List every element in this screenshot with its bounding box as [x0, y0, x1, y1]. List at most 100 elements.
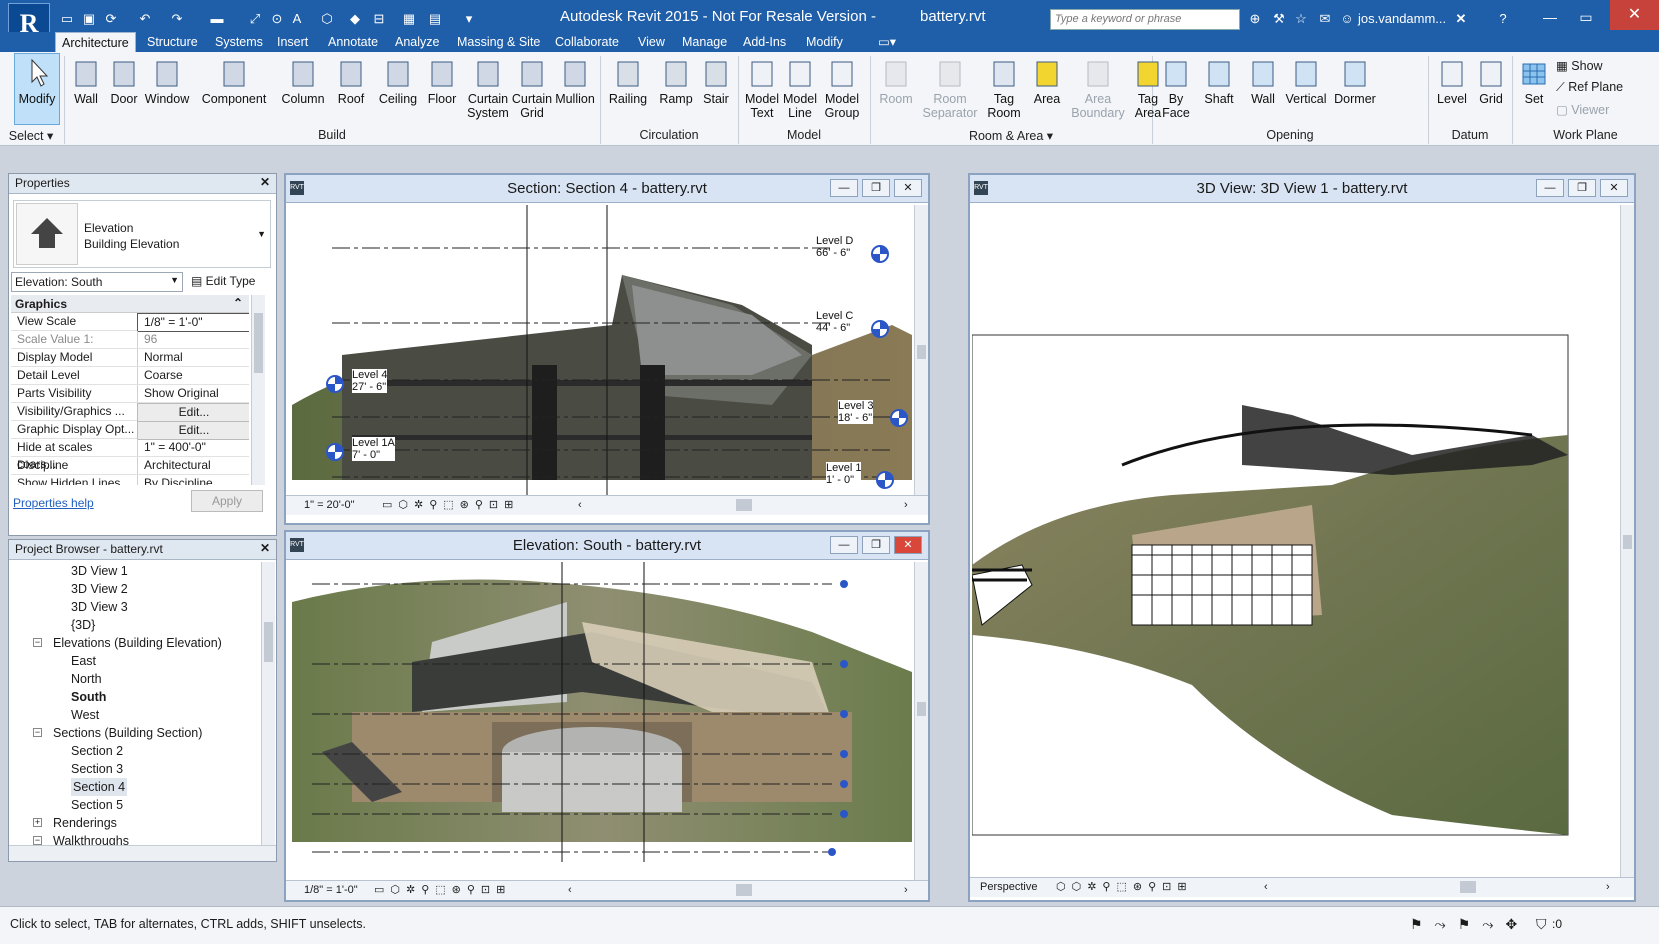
- section-view-window[interactable]: RVT Section: Section 4 - battery.rvt — ❐…: [284, 173, 930, 525]
- view-control-icons[interactable]: ▭⬡✲⚲⬚⊛⚲⊡⊞: [382, 496, 519, 515]
- measure-icon[interactable]: ▬: [208, 10, 226, 28]
- property-row[interactable]: Scale Value 1: 96: [11, 331, 249, 349]
- open-icon[interactable]: ▭: [58, 10, 76, 28]
- graphics-section-header[interactable]: Graphics ⌃: [11, 295, 249, 313]
- tag-icon[interactable]: ⊙: [268, 10, 286, 28]
- level-head-marker-icon[interactable]: [326, 443, 344, 461]
- level-c-label[interactable]: Level C 44' - 6": [816, 310, 853, 334]
- ribbon-options-icon[interactable]: ▭▾: [872, 32, 902, 52]
- ramp-button[interactable]: Ramp: [654, 56, 698, 122]
- scroll-left-icon[interactable]: ‹: [1264, 878, 1268, 897]
- tab-view[interactable]: View: [632, 32, 671, 52]
- property-row[interactable]: View Scale 1/8" = 1'-0": [11, 313, 249, 332]
- selection-options-icons[interactable]: ⚑⤳⚑⤳✥: [1410, 916, 1529, 933]
- component-button[interactable]: Component: [198, 56, 270, 122]
- model-group-button[interactable]: Model Group: [820, 56, 864, 122]
- section-icon[interactable]: ◆: [346, 10, 364, 28]
- level-head-marker-icon[interactable]: [876, 471, 894, 489]
- area-button[interactable]: Area: [1026, 56, 1068, 122]
- roof-button[interactable]: Roof: [332, 56, 370, 122]
- property-value[interactable]: 1" = 400'-0": [137, 439, 249, 456]
- scrollbar-thumb[interactable]: [254, 313, 263, 373]
- level-4-label[interactable]: Level 4 27' - 6": [352, 369, 388, 393]
- collapse-icon[interactable]: −: [33, 728, 42, 737]
- undo-icon[interactable]: ↶: [136, 10, 154, 28]
- curtain-grid-button[interactable]: Curtain Grid: [510, 56, 554, 122]
- properties-help-link[interactable]: Properties help: [13, 496, 94, 510]
- minimize-view-button[interactable]: —: [1536, 179, 1564, 197]
- user-name[interactable]: jos.vandamm...: [1358, 11, 1446, 26]
- level-1-label[interactable]: Level 1 1' - 0": [826, 462, 862, 486]
- level-head-marker-icon[interactable]: [871, 245, 889, 263]
- set-work-plane-button[interactable]: Set: [1516, 56, 1552, 122]
- close-view-button[interactable]: ✕: [894, 179, 922, 197]
- browser-item-elevations-building-elevation[interactable]: − Elevations (Building Elevation): [9, 634, 259, 652]
- horizontal-scroll-thumb[interactable]: [1460, 881, 1476, 893]
- browser-item-sections-building-section[interactable]: − Sections (Building Section): [9, 724, 259, 742]
- apply-button[interactable]: Apply: [191, 490, 263, 512]
- browser-item-south[interactable]: South: [9, 688, 259, 706]
- door-button[interactable]: Door: [104, 56, 144, 122]
- property-row[interactable]: Show Hidden Lines By Discipline: [11, 475, 249, 485]
- browser-item-section-4[interactable]: Section 4: [9, 778, 259, 796]
- property-row[interactable]: Display Model Normal: [11, 349, 249, 367]
- area-boundary-button[interactable]: Area Boundary: [1070, 56, 1126, 122]
- perspective-label[interactable]: Perspective: [980, 878, 1037, 897]
- scrollbar-thumb[interactable]: [1623, 535, 1632, 549]
- scroll-right-icon[interactable]: ›: [904, 496, 908, 515]
- ceiling-button[interactable]: Ceiling: [372, 56, 424, 122]
- tab-manage[interactable]: Manage: [676, 32, 733, 52]
- scroll-left-icon[interactable]: ‹: [568, 881, 572, 900]
- column-button[interactable]: Column: [278, 56, 328, 122]
- help-icon[interactable]: ?: [1494, 10, 1512, 28]
- property-value[interactable]: 96: [137, 331, 249, 348]
- level-head-marker-icon[interactable]: [326, 375, 344, 393]
- subscription-icon[interactable]: ⚒: [1270, 10, 1288, 28]
- 3d-drawing-canvas[interactable]: [972, 205, 1620, 875]
- properties-scrollbar[interactable]: [251, 295, 265, 485]
- dormer-button[interactable]: Dormer: [1330, 56, 1380, 122]
- viewer-button[interactable]: ▢ Viewer: [1556, 102, 1609, 117]
- browser-item-west[interactable]: West: [9, 706, 259, 724]
- tag-room-button[interactable]: Tag Room: [982, 56, 1026, 122]
- 3d-view-icon[interactable]: ⬡: [318, 10, 336, 28]
- stair-button[interactable]: Stair: [696, 56, 736, 122]
- close-icon[interactable]: ✕: [260, 541, 270, 555]
- by-face-button[interactable]: By Face: [1156, 56, 1196, 122]
- close-icon[interactable]: ✕: [260, 175, 270, 189]
- level-d-label[interactable]: Level D 66' - 6": [816, 235, 853, 259]
- property-row[interactable]: Visibility/Graphics ... Edit...: [11, 403, 249, 422]
- browser-item-3d-view-2[interactable]: 3D View 2: [9, 580, 259, 598]
- elevation-view-titlebar[interactable]: RVT Elevation: South - battery.rvt — ❐ ✕: [286, 532, 928, 560]
- minimize-view-button[interactable]: —: [830, 179, 858, 197]
- collapse-icon[interactable]: −: [33, 836, 42, 845]
- elevation-drawing-canvas[interactable]: [292, 562, 912, 872]
- level-head-marker-icon[interactable]: [890, 409, 908, 427]
- collapse-icon[interactable]: −: [33, 638, 42, 647]
- view-scale-control[interactable]: 1" = 20'-0": [304, 496, 355, 515]
- scroll-left-icon[interactable]: ‹: [578, 496, 582, 515]
- modify-tool[interactable]: Modify: [16, 56, 58, 122]
- close-hidden-icon[interactable]: ▦: [400, 10, 418, 28]
- browser-item-east[interactable]: East: [9, 652, 259, 670]
- browser-item-walkthroughs[interactable]: − Walkthroughs: [9, 832, 259, 846]
- model-text-button[interactable]: Model Text: [742, 56, 782, 122]
- railing-button[interactable]: Railing: [604, 56, 652, 122]
- property-value[interactable]: Coarse: [137, 367, 249, 384]
- browser-item-3d-view-3[interactable]: 3D View 3: [9, 598, 259, 616]
- shaft-button[interactable]: Shaft: [1196, 56, 1242, 122]
- communication-icon[interactable]: ✉: [1316, 10, 1334, 28]
- property-row[interactable]: Detail Level Coarse: [11, 367, 249, 385]
- property-value[interactable]: Normal: [137, 349, 249, 366]
- property-row[interactable]: Parts Visibility Show Original: [11, 385, 249, 403]
- wall-button[interactable]: Wall: [1244, 56, 1282, 122]
- sync-icon[interactable]: ⟳: [102, 10, 120, 28]
- property-value[interactable]: Architectural: [137, 457, 249, 474]
- room-area-group-label[interactable]: Room & Area ▾: [870, 128, 1152, 144]
- instance-filter-dropdown[interactable]: Elevation: South ▼: [11, 272, 183, 292]
- tab-structure[interactable]: Structure: [141, 32, 204, 52]
- select-group-label[interactable]: Select ▾: [0, 128, 62, 144]
- view-control-icons[interactable]: ⬡⬡✲⚲⬚⊛⚲⊡⊞: [1056, 878, 1193, 897]
- browser-item-section-3[interactable]: Section 3: [9, 760, 259, 778]
- redo-icon[interactable]: ↷: [168, 10, 186, 28]
